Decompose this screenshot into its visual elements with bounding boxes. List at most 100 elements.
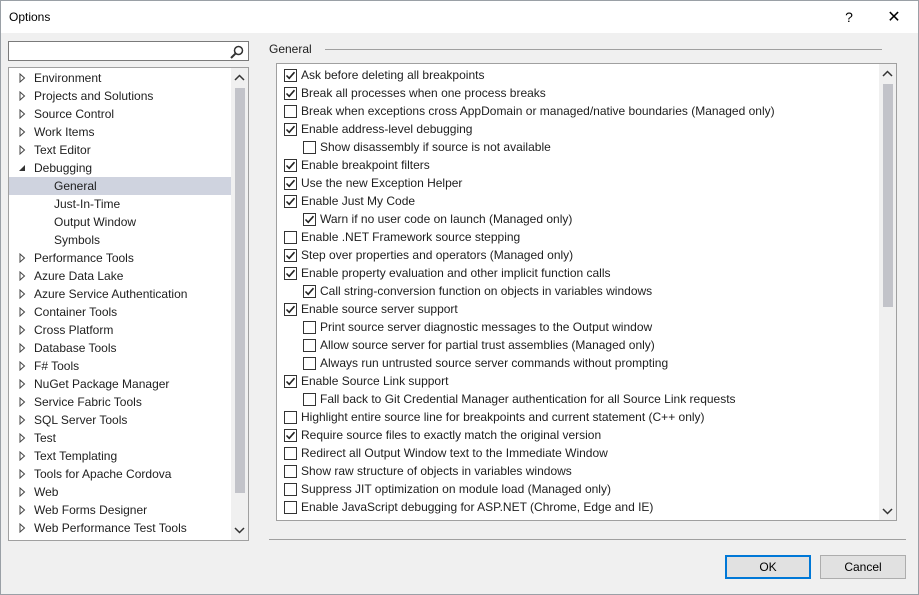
- option-checkbox[interactable]: [303, 357, 316, 370]
- options-scroll-thumb[interactable]: [883, 84, 893, 307]
- tree-item[interactable]: Web Forms Designer: [9, 501, 231, 519]
- option-checkbox[interactable]: [284, 231, 297, 244]
- collapsed-arrow-icon[interactable]: [17, 415, 27, 425]
- tree-scroll-thumb[interactable]: [235, 88, 245, 493]
- collapsed-arrow-icon[interactable]: [17, 145, 27, 155]
- tree-item[interactable]: Web Performance Test Tools: [9, 519, 231, 537]
- checkmark-icon: [285, 269, 296, 278]
- option-checkbox[interactable]: [284, 195, 297, 208]
- tree-item[interactable]: Just-In-Time: [9, 195, 231, 213]
- collapsed-arrow-icon[interactable]: [17, 109, 27, 119]
- tree-item-label: Debugging: [34, 161, 93, 175]
- tree-item-label: SQL Server Tools: [34, 413, 128, 427]
- collapsed-arrow-icon[interactable]: [17, 253, 27, 263]
- search-input[interactable]: [11, 43, 221, 59]
- option-checkbox[interactable]: [284, 447, 297, 460]
- collapsed-arrow-icon[interactable]: [17, 379, 27, 389]
- tree-item[interactable]: SQL Server Tools: [9, 411, 231, 429]
- option-checkbox[interactable]: [284, 465, 297, 478]
- checkmark-icon: [285, 251, 296, 260]
- option-checkbox[interactable]: [284, 429, 297, 442]
- tree-item[interactable]: Source Control: [9, 105, 231, 123]
- collapsed-arrow-icon[interactable]: [17, 271, 27, 281]
- option-checkbox[interactable]: [284, 123, 297, 136]
- tree-item-label: Source Control: [34, 107, 115, 121]
- option-checkbox[interactable]: [284, 411, 297, 424]
- checkmark-icon: [285, 125, 296, 134]
- option-checkbox[interactable]: [284, 249, 297, 262]
- tree-item[interactable]: Performance Tools: [9, 249, 231, 267]
- scroll-up-icon[interactable]: [882, 69, 893, 79]
- checkmark-icon: [285, 431, 296, 440]
- collapsed-arrow-icon[interactable]: [17, 289, 27, 299]
- tree-item[interactable]: Azure Service Authentication: [9, 285, 231, 303]
- option-label: Enable source server support: [301, 302, 458, 316]
- tree-item[interactable]: Tools for Apache Cordova: [9, 465, 231, 483]
- option-checkbox[interactable]: [284, 87, 297, 100]
- scroll-up-icon[interactable]: [234, 73, 245, 83]
- scroll-down-icon[interactable]: [234, 525, 245, 535]
- option-checkbox[interactable]: [284, 159, 297, 172]
- collapsed-arrow-icon[interactable]: [17, 91, 27, 101]
- ok-button[interactable]: OK: [725, 555, 811, 579]
- collapsed-arrow-icon[interactable]: [17, 127, 27, 137]
- option-checkbox[interactable]: [284, 105, 297, 118]
- collapsed-arrow-icon[interactable]: [17, 523, 27, 533]
- option-checkbox[interactable]: [284, 267, 297, 280]
- tree-item[interactable]: Debugging: [9, 159, 231, 177]
- tree-item[interactable]: Symbols: [9, 231, 231, 249]
- option-checkbox[interactable]: [284, 177, 297, 190]
- search-icon[interactable]: [229, 44, 245, 60]
- option-checkbox[interactable]: [303, 321, 316, 334]
- tree-item[interactable]: Text Templating: [9, 447, 231, 465]
- tree-item-label: Tools for Apache Cordova: [34, 467, 172, 481]
- tree-item[interactable]: Database Tools: [9, 339, 231, 357]
- option-checkbox[interactable]: [284, 483, 297, 496]
- option-checkbox[interactable]: [284, 375, 297, 388]
- option-checkbox[interactable]: [284, 501, 297, 514]
- tree-item[interactable]: Work Items: [9, 123, 231, 141]
- tree-item[interactable]: Azure Data Lake: [9, 267, 231, 285]
- collapsed-arrow-icon[interactable]: [17, 505, 27, 515]
- collapsed-arrow-icon[interactable]: [17, 469, 27, 479]
- tree-item[interactable]: General: [9, 177, 231, 195]
- scroll-down-icon[interactable]: [882, 506, 893, 516]
- collapsed-arrow-icon[interactable]: [17, 397, 27, 407]
- help-button[interactable]: ?: [826, 3, 872, 31]
- tree-item[interactable]: Test: [9, 429, 231, 447]
- option-checkbox[interactable]: [303, 285, 316, 298]
- tree-item[interactable]: Service Fabric Tools: [9, 393, 231, 411]
- tree-scrollbar[interactable]: [231, 68, 248, 540]
- collapsed-arrow-icon[interactable]: [17, 451, 27, 461]
- tree-item[interactable]: NuGet Package Manager: [9, 375, 231, 393]
- option-checkbox[interactable]: [303, 339, 316, 352]
- tree-item[interactable]: F# Tools: [9, 357, 231, 375]
- collapsed-arrow-icon[interactable]: [17, 433, 27, 443]
- search-box[interactable]: [8, 41, 249, 61]
- option-label: Warn if no user code on launch (Managed …: [320, 212, 573, 226]
- option-checkbox[interactable]: [303, 213, 316, 226]
- tree-item[interactable]: Text Editor: [9, 141, 231, 159]
- cancel-button[interactable]: Cancel: [820, 555, 906, 579]
- tree-item[interactable]: Environment: [9, 69, 231, 87]
- collapsed-arrow-icon[interactable]: [17, 487, 27, 497]
- collapsed-arrow-icon[interactable]: [17, 325, 27, 335]
- collapsed-arrow-icon[interactable]: [17, 361, 27, 371]
- collapsed-arrow-icon[interactable]: [17, 73, 27, 83]
- tree-item[interactable]: Output Window: [9, 213, 231, 231]
- tree-item[interactable]: Web: [9, 483, 231, 501]
- tree-item[interactable]: Cross Platform: [9, 321, 231, 339]
- expanded-arrow-icon[interactable]: [17, 163, 27, 173]
- option-checkbox[interactable]: [303, 141, 316, 154]
- option-checkbox[interactable]: [303, 393, 316, 406]
- options-scrollbar[interactable]: [879, 64, 896, 520]
- tree-item-label: Service Fabric Tools: [34, 395, 142, 409]
- collapsed-arrow-icon[interactable]: [17, 307, 27, 317]
- close-button[interactable]: ✕: [871, 3, 917, 31]
- option-label: Highlight entire source line for breakpo…: [301, 410, 705, 424]
- option-checkbox[interactable]: [284, 303, 297, 316]
- tree-item[interactable]: Container Tools: [9, 303, 231, 321]
- collapsed-arrow-icon[interactable]: [17, 343, 27, 353]
- tree-item[interactable]: Projects and Solutions: [9, 87, 231, 105]
- option-checkbox[interactable]: [284, 69, 297, 82]
